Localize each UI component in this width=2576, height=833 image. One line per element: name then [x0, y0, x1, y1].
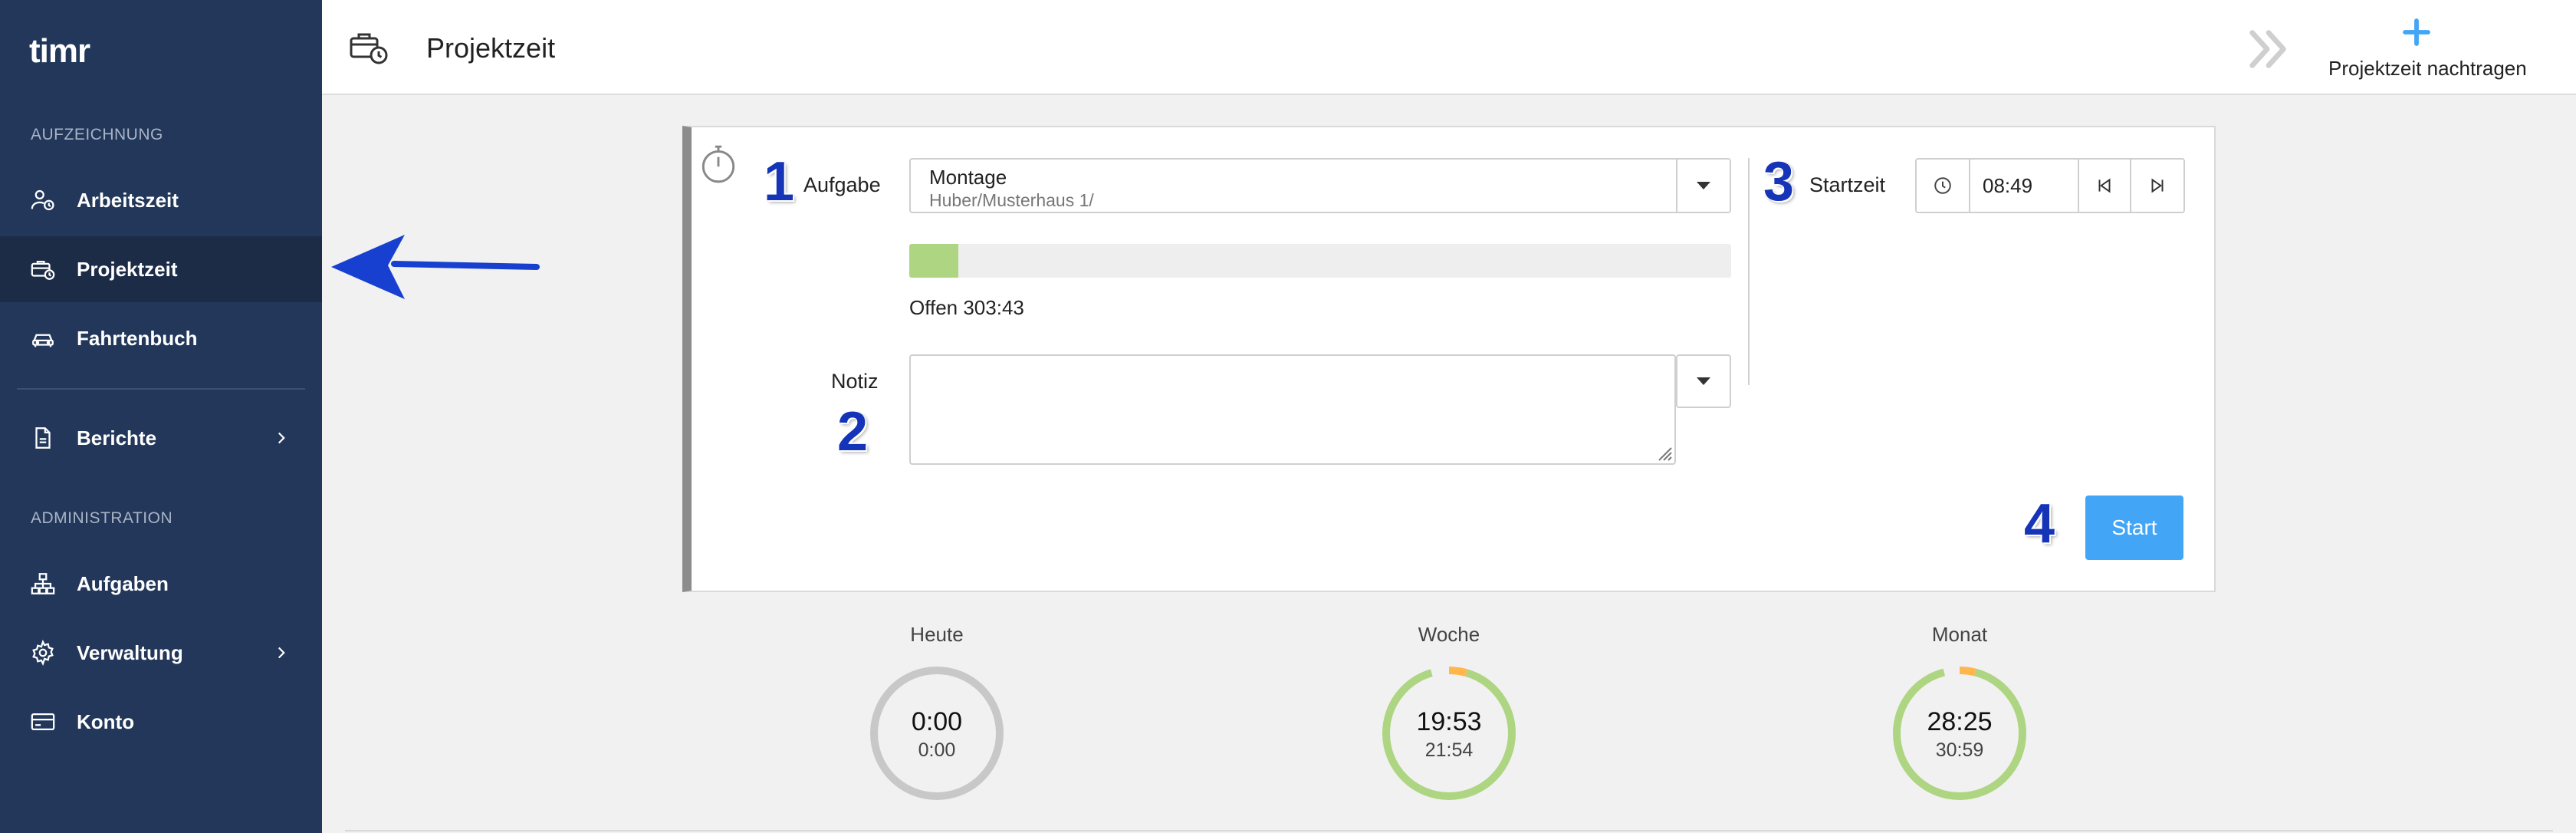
stat-label: Heute [910, 623, 964, 646]
document-icon [29, 424, 57, 452]
section-label-recording: AUFZEICHNUNG [31, 126, 163, 143]
stat-sub-value: 21:54 [1424, 739, 1474, 761]
sidebar-item-konto[interactable]: Konto [0, 689, 322, 755]
sidebar-item-projektzeit[interactable]: Projektzeit [0, 236, 322, 302]
stat-month: Monat 28:25 30:59 [1845, 623, 2075, 800]
stat-today: Heute 0:00 0:00 [822, 623, 1052, 800]
note-dropdown-button[interactable] [1676, 354, 1731, 408]
resize-grip-icon[interactable] [1654, 443, 1673, 462]
bottom-divider [345, 830, 2553, 831]
skip-forward-button[interactable] [2131, 160, 2183, 212]
gear-icon [29, 639, 57, 667]
vertical-divider [1748, 158, 1750, 385]
sidebar-item-label: Konto [77, 710, 135, 733]
note-label: Notiz [831, 370, 879, 393]
sidebar-item-fahrtenbuch[interactable]: Fahrtenbuch [0, 305, 322, 371]
stat-label: Woche [1418, 623, 1480, 646]
sidebar-divider [17, 388, 305, 390]
briefcase-clock-icon [29, 255, 57, 283]
sidebar-item-label: Verwaltung [77, 640, 183, 664]
skip-back-icon [2098, 178, 2111, 193]
add-project-time-button[interactable]: Projektzeit nachtragen [2328, 57, 2527, 81]
task-path: Huber/Musterhaus 1/ [929, 190, 1094, 210]
stat-main-value: 0:00 [911, 707, 963, 736]
task-progress-fill [909, 244, 959, 278]
step-marker-1: 1 [764, 151, 795, 212]
double-chevron-right-icon[interactable] [2246, 28, 2294, 71]
hierarchy-icon [29, 570, 57, 598]
start-time-input-wrap [1970, 160, 2079, 212]
sidebar-item-aufgaben[interactable]: Aufgaben [0, 551, 322, 617]
task-dropdown-button[interactable] [1676, 160, 1730, 212]
start-time-input[interactable] [1970, 160, 2078, 212]
stat-sub-value: 0:00 [918, 739, 956, 761]
page-header: Projektzeit Projektzeit nachtragen [322, 0, 2576, 95]
stopwatch-icon [702, 145, 735, 183]
start-button[interactable]: Start [2085, 496, 2183, 560]
skip-back-button[interactable] [2079, 160, 2132, 212]
task-progress-bar [909, 244, 1731, 278]
note-textarea[interactable] [909, 354, 1676, 465]
task-label: Aufgabe [803, 173, 881, 196]
sidebar-item-berichte[interactable]: Berichte [0, 405, 322, 471]
briefcase-clock-icon [350, 33, 388, 64]
chevron-right-icon [278, 647, 285, 659]
sidebar-item-arbeitszeit[interactable]: Arbeitszeit [0, 167, 322, 233]
sidebar-item-label: Projektzeit [77, 257, 178, 281]
sidebar-item-label: Berichte [77, 426, 157, 449]
sidebar-item-label: Aufgaben [77, 571, 169, 595]
app-logo[interactable]: timr [29, 31, 98, 77]
app-root: timr AUFZEICHNUNG Arbeitszeit Projektzei… [0, 0, 2576, 833]
step-marker-4: 4 [2024, 493, 2055, 555]
clock-icon[interactable] [1917, 160, 1970, 212]
start-time-control [1915, 158, 2185, 213]
user-clock-icon [29, 186, 57, 214]
step-marker-2: 2 [837, 401, 869, 463]
page-title: Projektzeit [426, 32, 556, 64]
sidebar-item-label: Fahrtenbuch [77, 326, 198, 350]
stat-sub-value: 30:59 [1935, 739, 1984, 761]
sidebar: timr AUFZEICHNUNG Arbeitszeit Projektzei… [0, 0, 322, 833]
sidebar-item-label: Arbeitszeit [77, 188, 179, 212]
plus-icon[interactable] [2401, 17, 2432, 48]
remaining-time-text: Offen 303:43 [909, 296, 1024, 319]
annotation-arrow [331, 235, 540, 299]
task-name: Montage [929, 166, 1007, 189]
car-icon [29, 324, 57, 352]
step-marker-3: 3 [1763, 151, 1795, 212]
caret-down-icon [1697, 377, 1710, 385]
stat-label: Monat [1931, 623, 1988, 646]
stat-main-value: 28:25 [1927, 707, 1993, 736]
stat-week: Woche 19:53 21:54 [1334, 623, 1564, 800]
credit-card-icon [29, 708, 57, 736]
skip-forward-icon [2151, 178, 2164, 193]
start-time-label: Startzeit [1809, 173, 1886, 196]
chevron-right-icon [278, 432, 285, 444]
logo-text: timr [29, 32, 90, 70]
task-select[interactable]: Montage Huber/Musterhaus 1/ [909, 158, 1731, 213]
stat-main-value: 19:53 [1416, 707, 1482, 736]
section-label-admin: ADMINISTRATION [31, 509, 173, 527]
caret-down-icon [1697, 182, 1710, 189]
sidebar-item-verwaltung[interactable]: Verwaltung [0, 620, 322, 686]
